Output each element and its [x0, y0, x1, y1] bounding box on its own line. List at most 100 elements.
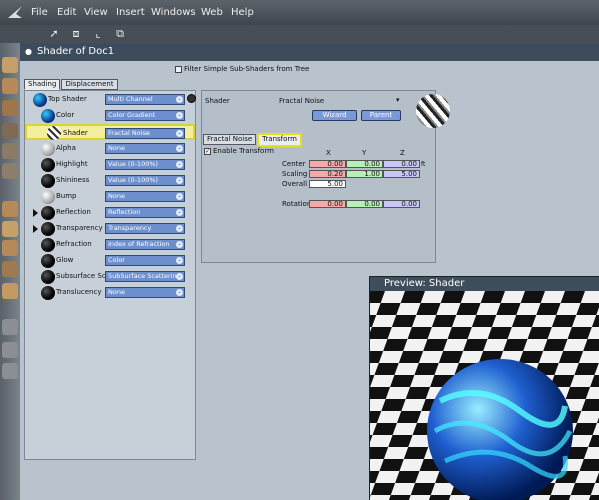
tool-select-icon[interactable] — [2, 78, 18, 94]
tool-arrow-icon[interactable] — [2, 57, 18, 73]
tool-orbit-icon[interactable] — [2, 123, 18, 139]
tree-select[interactable]: Transparency ⌄ — [105, 223, 185, 234]
tree-select-value: Reflection — [108, 208, 141, 216]
center-y-field[interactable]: 0.00 — [346, 160, 383, 168]
chevron-down-icon: ⌄ — [176, 177, 183, 184]
window-menu-icon[interactable]: ● — [25, 43, 32, 61]
menu-web[interactable]: Web — [201, 6, 223, 19]
row-label-rotation: Rotation — [282, 200, 312, 208]
tree-label: Alpha — [56, 144, 76, 152]
tool-twist-icon[interactable] — [2, 143, 18, 159]
chevron-down-icon: ⌄ — [176, 145, 183, 152]
tree-select[interactable]: Reflection ⌄ — [105, 207, 185, 218]
tree-select[interactable]: Value (0-100%) ⌄ — [105, 159, 185, 170]
tool-move-icon[interactable] — [2, 240, 18, 256]
sphere-icon — [41, 206, 55, 220]
tree-row-highlight[interactable]: Highlight Value (0-100%) ⌄ — [25, 157, 195, 173]
frame-icon[interactable]: ⧈ — [69, 27, 83, 41]
parent-button[interactable]: Parent — [361, 110, 401, 121]
enable-transform-row[interactable]: ✓ Enable Transform — [204, 147, 274, 155]
tab-fractal-noise[interactable]: Fractal Noise — [203, 134, 257, 145]
filter-checkbox[interactable] — [175, 65, 182, 73]
tree-row-color[interactable]: Color Color Gradient ⌄ — [25, 108, 195, 124]
tree-row-shininess[interactable]: Shininess Value (0-100%) ⌄ — [25, 173, 195, 189]
sphere-icon — [41, 270, 55, 284]
tab-shading[interactable]: Shading — [24, 79, 61, 90]
left-toolbar — [0, 43, 20, 500]
enable-transform-checkbox[interactable]: ✓ — [204, 147, 211, 155]
menu-view[interactable]: View — [84, 6, 108, 19]
camera-icon[interactable] — [2, 319, 18, 335]
tool-scale-icon[interactable] — [2, 163, 18, 179]
rotation-z-field[interactable]: 0.00 — [383, 200, 420, 208]
chevron-down-icon: ⌄ — [176, 130, 183, 137]
tree-row-translucency[interactable]: Translucency None ⌄ — [25, 285, 195, 301]
tree-row-bump[interactable]: Bump None ⌄ — [25, 189, 195, 205]
tree-row-shader[interactable]: Shader Fractal Noise ⌄ — [25, 124, 195, 140]
sphere-icon — [41, 286, 55, 300]
tree-select-value: Fractal Noise — [108, 129, 150, 137]
tree-select-value: Color — [108, 256, 125, 264]
scaling-x-field[interactable]: 0.20 — [309, 170, 346, 178]
tree-select-value: SubSurface Scattering — [108, 272, 181, 280]
tree-select[interactable]: Index of Refraction ⌄ — [105, 239, 185, 250]
chevron-down-icon: ⌄ — [176, 257, 183, 264]
tree-row-top-shader[interactable]: Top Shader Multi Channel ⌄ — [25, 92, 196, 108]
tree-row-reflection[interactable]: Reflection Reflection ⌄ — [25, 205, 195, 221]
tree-row-alpha[interactable]: Alpha None ⌄ — [25, 141, 195, 157]
preview-window: Preview: Shader — [369, 276, 599, 500]
tree-select[interactable]: Fractal Noise ⌄ — [105, 128, 185, 139]
tree-select[interactable]: Value (0-100%) ⌄ — [105, 175, 185, 186]
tree-select[interactable]: Multi Channel ⌄ — [105, 94, 185, 105]
rotation-x-field[interactable]: 0.00 — [309, 200, 346, 208]
tree-row-transparency[interactable]: Transparency Transparency ⌄ — [25, 221, 195, 237]
window-titlebar: ● Shader of Doc1 — [20, 43, 599, 61]
menu-edit[interactable]: Edit — [57, 6, 76, 19]
wizard-button[interactable]: Wizard — [312, 110, 357, 121]
tree-select[interactable]: Color ⌄ — [105, 255, 185, 266]
tree-select[interactable]: SubSurface Scattering ⌄ — [105, 271, 185, 282]
tool-move-z-icon[interactable] — [2, 221, 18, 237]
filter-row[interactable]: Filter Simple Sub-Shaders from Tree — [175, 65, 309, 73]
row-label-overall: Overall — [282, 180, 308, 188]
tree-select[interactable]: None ⌄ — [105, 143, 185, 154]
row-label-scaling: Scaling — [282, 170, 308, 178]
expand-arrow-icon[interactable] — [33, 225, 38, 233]
hand-icon[interactable] — [2, 342, 18, 358]
options-icon[interactable] — [187, 94, 196, 103]
shader-dropdown-icon[interactable]: ▾ — [396, 96, 400, 104]
center-z-field[interactable]: 0.00 — [383, 160, 420, 168]
menu-help[interactable]: Help — [231, 6, 254, 19]
tree-row-subsurface[interactable]: Subsurface Sc SubSurface Scattering ⌄ — [25, 269, 195, 285]
menu-windows[interactable]: Windows — [151, 6, 196, 19]
tab-transform[interactable]: Transform — [257, 133, 302, 147]
move-icon[interactable]: ⌞ — [91, 27, 105, 41]
select-arrow-icon[interactable]: ➚ — [47, 27, 61, 41]
zoom-icon[interactable] — [2, 363, 18, 379]
scale-icon[interactable]: ⧉ — [113, 27, 127, 41]
overall-field[interactable]: 5.00 — [309, 180, 346, 188]
tree-row-glow[interactable]: Glow Color ⌄ — [25, 253, 195, 269]
rotation-y-field[interactable]: 0.00 — [346, 200, 383, 208]
center-x-field[interactable]: 0.00 — [309, 160, 346, 168]
tool-rotate-icon[interactable] — [2, 100, 18, 116]
tool-move-xy-icon[interactable] — [2, 201, 18, 217]
chevron-down-icon: ⌄ — [176, 289, 183, 296]
menu-file[interactable]: File — [31, 6, 48, 19]
tree-select[interactable]: None ⌄ — [105, 191, 185, 202]
col-header-x: X — [326, 149, 331, 157]
left-tab-bar: Shading Displacement — [24, 79, 119, 90]
scaling-y-field[interactable]: 1.00 — [346, 170, 383, 178]
menu-insert[interactable]: Insert — [116, 6, 145, 19]
preview-render — [370, 291, 599, 500]
tab-displacement[interactable]: Displacement — [61, 79, 118, 90]
tool-sphere-icon[interactable] — [2, 261, 18, 277]
enable-transform-label: Enable Transform — [213, 147, 274, 155]
tool-box-icon[interactable] — [2, 283, 18, 299]
tree-select[interactable]: Color Gradient ⌄ — [105, 110, 185, 121]
tree-select[interactable]: None ⌄ — [105, 287, 185, 298]
scaling-z-field[interactable]: 5.00 — [383, 170, 420, 178]
expand-arrow-icon[interactable] — [33, 209, 38, 217]
tree-row-refraction[interactable]: Refraction Index of Refraction ⌄ — [25, 237, 195, 253]
app-logo-icon[interactable] — [6, 4, 24, 20]
